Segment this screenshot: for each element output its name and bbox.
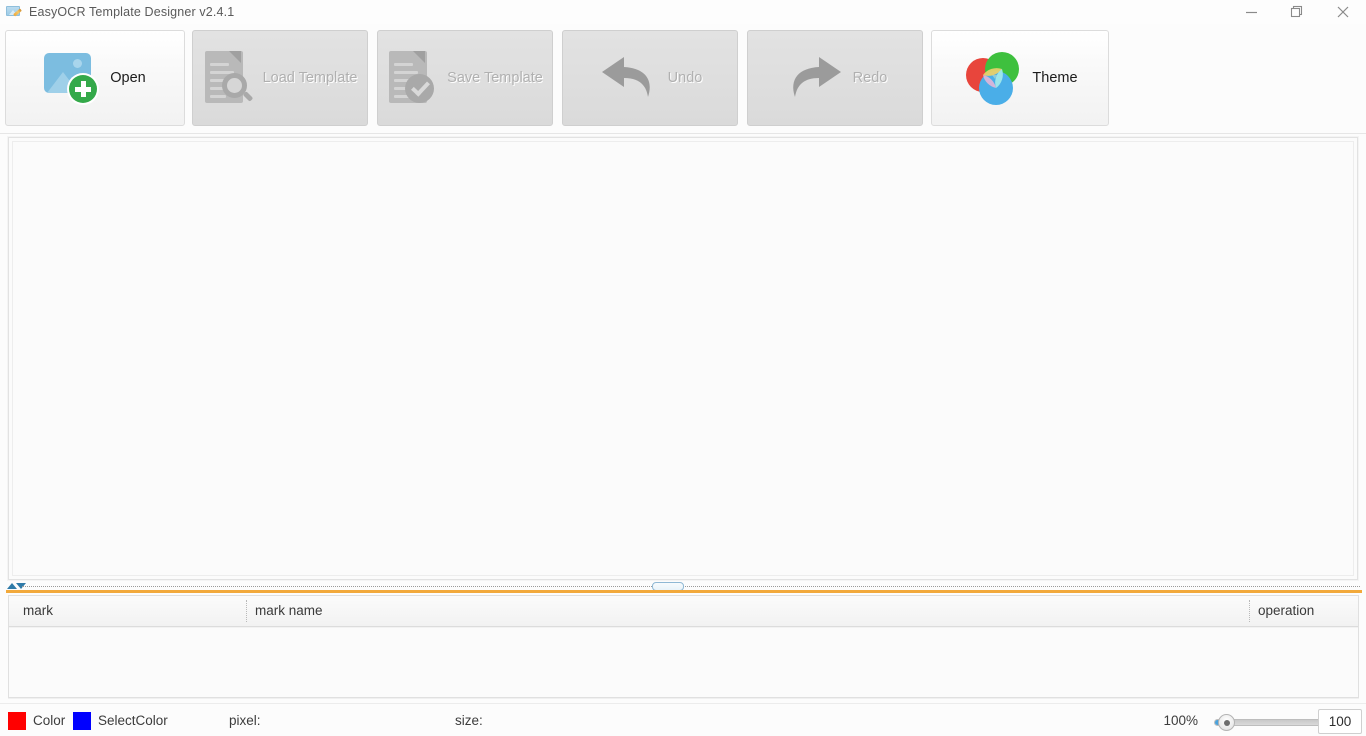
open-button[interactable]: Open <box>5 30 185 126</box>
zoom-percent-label: 100% <box>1163 713 1198 728</box>
load-template-button[interactable]: Load Template <box>192 30 368 126</box>
image-add-icon <box>44 50 102 106</box>
save-template-button[interactable]: Save Template <box>377 30 553 126</box>
canvas-surface[interactable] <box>12 141 1354 576</box>
color-label: Color <box>33 713 66 728</box>
color-swatch <box>8 711 26 730</box>
panel-splitter[interactable] <box>0 582 1366 593</box>
column-header-mark[interactable]: mark <box>23 596 53 626</box>
column-divider <box>1249 600 1250 622</box>
theme-button[interactable]: Theme <box>931 30 1109 126</box>
mark-table-header: mark mark name operation <box>9 596 1358 627</box>
minimize-icon[interactable] <box>1228 0 1274 24</box>
column-header-mark-name-label: mark name <box>255 603 323 618</box>
maximize-icon[interactable] <box>1274 0 1320 24</box>
image-pencil-icon <box>6 4 22 20</box>
select-color-indicator: SelectColor <box>73 704 168 736</box>
save-template-button-label: Save Template <box>447 70 543 86</box>
undo-button-label: Undo <box>667 70 703 86</box>
select-color-label: SelectColor <box>98 713 168 728</box>
toolbar: Open Load Template Save Template Undo Re… <box>0 24 1366 134</box>
zoom-slider-handle[interactable] <box>1218 714 1235 731</box>
document-search-icon <box>203 49 255 107</box>
size-readout: size: <box>455 704 489 736</box>
theme-button-label: Theme <box>1032 70 1078 86</box>
color-indicator: Color <box>8 704 65 736</box>
image-canvas[interactable] <box>8 137 1358 580</box>
pixel-label: pixel: <box>229 713 261 728</box>
redo-button[interactable]: Redo <box>747 30 923 126</box>
redo-arrow-icon <box>783 51 845 105</box>
column-divider <box>246 600 247 622</box>
zoom-slider[interactable] <box>1214 714 1324 731</box>
redo-button-label: Redo <box>852 70 888 86</box>
open-button-label: Open <box>110 70 146 86</box>
column-header-operation-label: operation <box>1258 603 1315 618</box>
select-color-swatch <box>73 711 91 730</box>
color-circles-icon <box>962 47 1024 109</box>
undo-button[interactable]: Undo <box>562 30 738 126</box>
size-label: size: <box>455 713 483 728</box>
column-header-operation[interactable]: operation <box>1249 596 1315 626</box>
mark-table[interactable]: mark mark name operation <box>8 595 1359 698</box>
undo-arrow-icon <box>598 51 660 105</box>
statusbar: Color SelectColor pixel: size: 100% 100 <box>0 703 1366 736</box>
splitter-accent-bar <box>6 590 1362 593</box>
close-icon[interactable] <box>1320 0 1366 24</box>
document-check-icon <box>387 49 439 107</box>
pixel-readout: pixel: <box>229 704 267 736</box>
window-title: EasyOCR Template Designer v2.4.1 <box>29 5 235 19</box>
mark-table-body[interactable] <box>9 627 1358 697</box>
splitter-line <box>22 586 1360 588</box>
titlebar: EasyOCR Template Designer v2.4.1 <box>0 0 1366 24</box>
zoom-value-input[interactable]: 100 <box>1318 709 1362 734</box>
app-window: EasyOCR Template Designer v2.4.1 Open Lo… <box>0 0 1366 736</box>
window-controls <box>1228 0 1366 24</box>
load-template-button-label: Load Template <box>262 70 358 86</box>
column-header-mark-name[interactable]: mark name <box>246 596 323 626</box>
